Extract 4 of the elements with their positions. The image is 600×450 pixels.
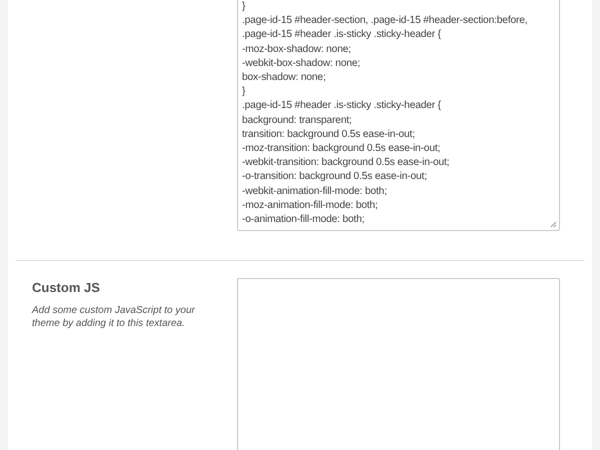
resize-grip-icon[interactable] [550, 221, 557, 228]
section-description: Add some custom JavaScript to your theme by adding it to this textarea. [32, 304, 196, 330]
section-title: Custom JS [32, 280, 101, 295]
css-textarea[interactable]: } .page-id-15 #header-section, .page-id-15 #header-section:before, .page-id-15 #header .is-sticky .sticky-header { -moz-box-shadow: none; -webkit-box-shadow: none; box-shadow: none; } .page-id-15 #header .is-sticky .sticky-header { background: transparent; transition: background 0.5s ease-in-out; -moz-transition: background 0.5s ease-in-out; -webkit-transition: background 0.5s ease-in-out; -o-transition: background 0.5s ease-in-out; -webkit-animation-fill-mode: both; -moz-animation-fill-mode: both; -o-animation-fill-mode: both; [237, 0, 560, 231]
